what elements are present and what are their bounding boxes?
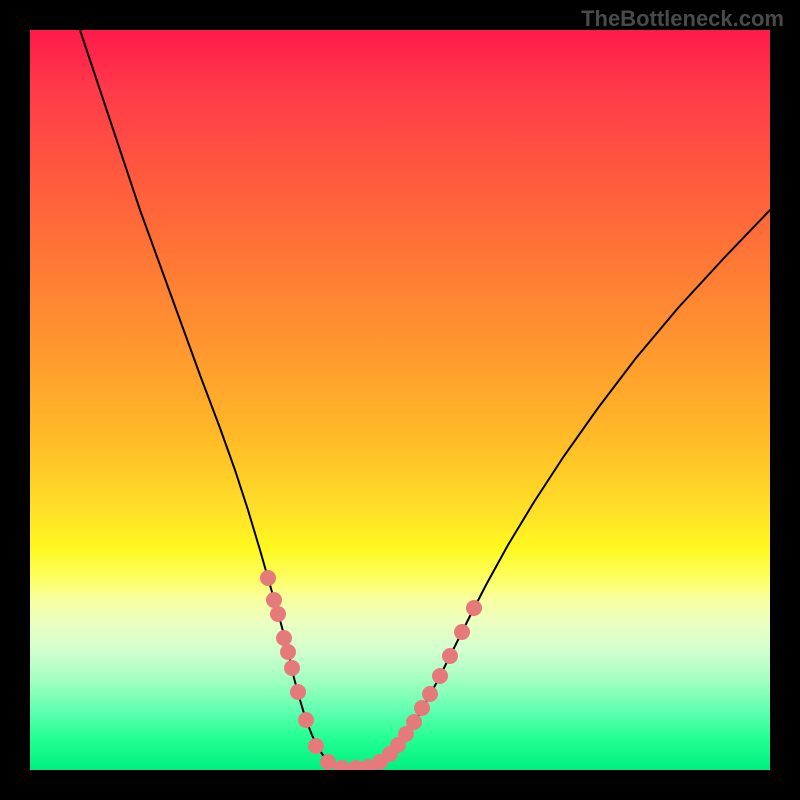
right-dot-group [360,600,482,770]
chart-svg [30,30,770,770]
data-point [406,714,422,730]
data-point [270,606,286,622]
data-point [320,754,336,770]
data-point [442,648,458,664]
bottleneck-curve [80,30,770,768]
data-point [266,592,282,608]
data-point [432,668,448,684]
data-point [260,570,276,586]
left-dot-group [260,570,364,770]
data-point [422,686,438,702]
data-point [284,660,300,676]
data-point [298,712,314,728]
data-point [276,630,292,646]
data-point [454,624,470,640]
data-point [308,738,324,754]
data-point [334,760,350,770]
watermark-text: TheBottleneck.com [581,6,784,32]
data-point [466,600,482,616]
data-point [414,700,430,716]
chart-plot-area [30,30,770,770]
data-point [290,684,306,700]
data-point [280,644,296,660]
